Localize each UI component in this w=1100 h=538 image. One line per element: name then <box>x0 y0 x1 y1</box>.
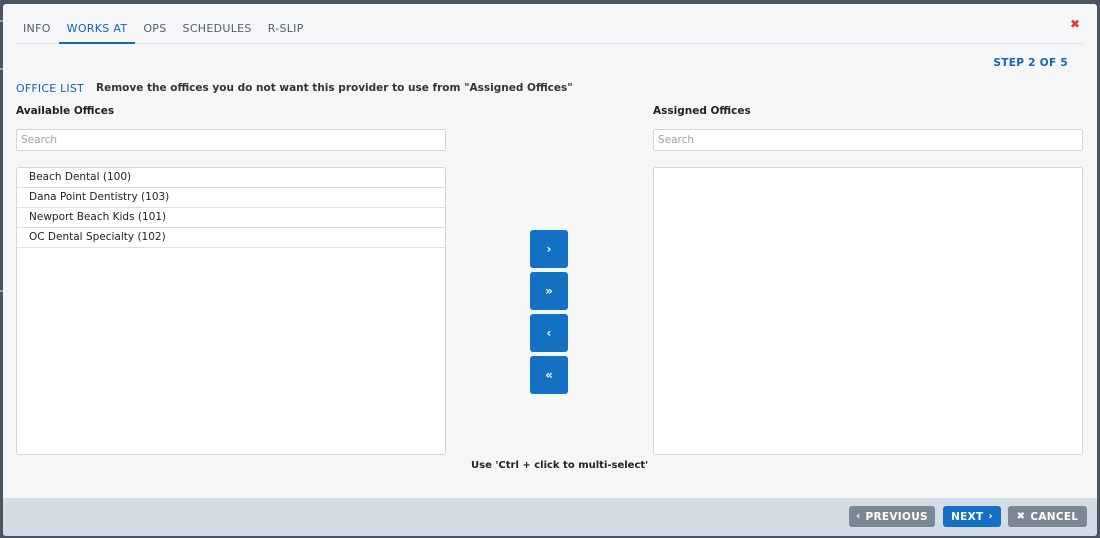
next-button-label: NEXT <box>951 510 984 523</box>
tab-ops[interactable]: OPS <box>135 16 174 44</box>
close-icon: ✖ <box>1016 511 1026 522</box>
cancel-button-label: CANCEL <box>1030 510 1079 523</box>
previous-button-label: PREVIOUS <box>865 510 928 523</box>
section-title: OFFICE LIST <box>16 82 84 95</box>
available-offices-list[interactable]: Beach Dental (100) Dana Point Dentistry … <box>16 167 446 455</box>
assigned-offices-label: Assigned Offices <box>653 105 751 117</box>
move-selected-left-button[interactable]: ‹ <box>530 314 568 352</box>
tab-bar: INFO WORKS AT OPS SCHEDULES R-SLIP <box>15 16 1083 44</box>
list-item[interactable]: Beach Dental (100) <box>17 168 445 188</box>
move-selected-right-button[interactable]: › <box>530 230 568 268</box>
list-item[interactable]: Dana Point Dentistry (103) <box>17 188 445 208</box>
chevron-left-icon: ‹ <box>856 511 861 522</box>
multi-select-hint: Use 'Ctrl + click to multi-select' <box>471 460 649 471</box>
tab-schedules[interactable]: SCHEDULES <box>175 16 260 44</box>
provider-dialog: INFO WORKS AT OPS SCHEDULES R-SLIP ✖ STE… <box>3 4 1097 536</box>
move-all-right-button[interactable]: » <box>530 272 568 310</box>
move-all-left-button[interactable]: « <box>530 356 568 394</box>
step-indicator: STEP 2 OF 5 <box>993 57 1068 69</box>
tab-info[interactable]: INFO <box>15 16 59 44</box>
previous-button[interactable]: ‹ PREVIOUS <box>849 506 935 527</box>
next-button[interactable]: NEXT › <box>943 506 1001 527</box>
available-search-input[interactable] <box>16 129 446 151</box>
available-offices-label: Available Offices <box>16 105 115 117</box>
assigned-offices-list[interactable] <box>653 167 1083 455</box>
tab-works-at[interactable]: WORKS AT <box>58 16 136 44</box>
cancel-button[interactable]: ✖ CANCEL <box>1008 506 1087 527</box>
chevron-right-icon: › <box>988 511 993 522</box>
list-item[interactable]: OC Dental Specialty (102) <box>17 228 445 248</box>
close-icon[interactable]: ✖ <box>1070 17 1080 31</box>
assigned-search-input[interactable] <box>653 129 1083 151</box>
list-item[interactable]: Newport Beach Kids (101) <box>17 208 445 228</box>
tab-r-slip[interactable]: R-SLIP <box>260 16 312 44</box>
section-description: Remove the offices you do not want this … <box>96 82 573 94</box>
